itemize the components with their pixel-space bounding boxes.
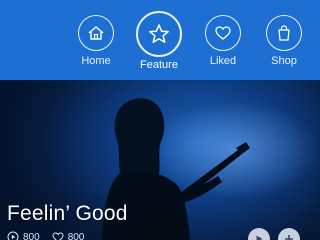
nav-label-home: Home [81,55,111,67]
play-circle-icon [7,231,19,240]
play-icon [256,235,263,240]
heart-outline-icon [52,232,64,240]
star-icon [136,11,182,57]
nav-item-liked[interactable]: Liked [191,0,255,80]
nav-item-feature[interactable]: Feature [127,0,191,80]
home-icon [78,15,114,51]
play-count: 800 [7,231,40,240]
play-count-value: 800 [23,231,40,240]
plus-icon [285,235,293,240]
nav-item-home[interactable]: Home [64,0,128,80]
featured-hero-card[interactable]: Feelin’ Good 800 800 [0,80,320,240]
track-stats: 800 800 [7,230,96,240]
nav-label-shop: Shop [271,55,297,67]
like-count: 800 [52,231,85,240]
heart-icon [205,15,241,51]
shopping-bag-icon [266,15,302,51]
nav-label-feature: Feature [140,59,178,71]
nav-label-liked: Liked [209,55,237,67]
track-title: Feelin’ Good [7,202,128,225]
app-screen: Home Feature Liked Shop Feelin’ Good 800… [0,0,320,240]
top-nav-bar: Home Feature Liked Shop [0,0,320,80]
nav-item-shop[interactable]: Shop [252,0,316,80]
like-count-value: 800 [67,231,85,240]
